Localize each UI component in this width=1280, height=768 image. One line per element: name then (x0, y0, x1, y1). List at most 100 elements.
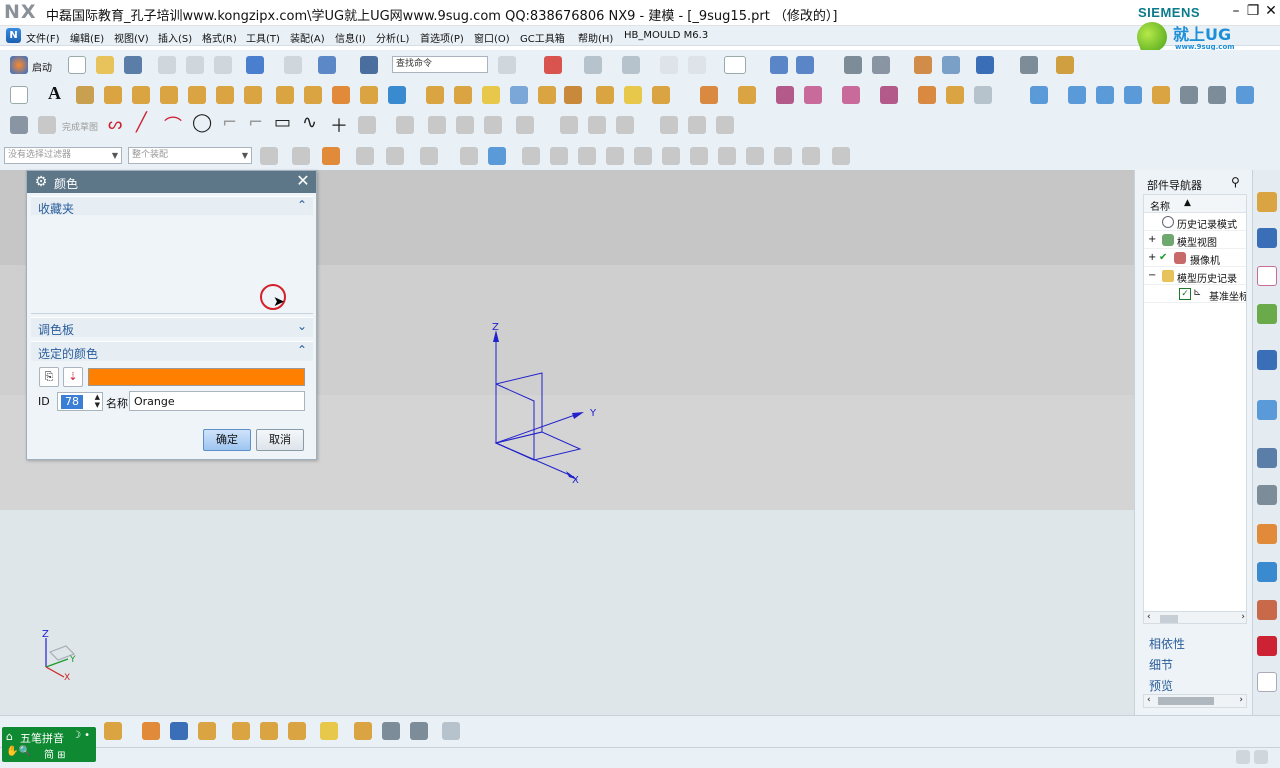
dimension-icon[interactable] (560, 116, 578, 134)
surface-3-icon[interactable] (1096, 86, 1114, 104)
undo-icon[interactable] (246, 56, 264, 74)
rectangle-select-icon[interactable] (420, 147, 438, 165)
mould-tool-8-icon[interactable] (946, 86, 964, 104)
fillet-icon[interactable]: ⌐ (222, 112, 237, 133)
layer-icon[interactable] (688, 56, 706, 74)
surface-6-icon[interactable] (1180, 86, 1198, 104)
ime-moon-icon[interactable]: ☽ • (72, 730, 90, 741)
subtract-icon[interactable] (388, 86, 406, 104)
tree-header[interactable]: 名称 ▲ (1144, 195, 1246, 213)
new-file-icon[interactable] (68, 56, 86, 74)
history-icon[interactable] (1257, 400, 1277, 420)
unite-icon[interactable] (360, 86, 378, 104)
menu-edit[interactable]: 编辑(E) (70, 30, 104, 45)
profile-icon[interactable]: ᔕ (108, 114, 122, 133)
snap-8-icon[interactable] (718, 147, 736, 165)
ruler-icon[interactable] (1056, 56, 1074, 74)
scroll-left-icon[interactable]: ‹ (1147, 612, 1151, 622)
ime-simplified[interactable]: 简 ⊞ (44, 746, 66, 761)
circle-icon[interactable]: ◯ (192, 112, 212, 133)
hole-icon[interactable] (160, 86, 178, 104)
scroll-thumb[interactable] (1160, 615, 1178, 623)
select-all-icon[interactable] (322, 147, 340, 165)
web-browser-icon[interactable] (1257, 350, 1277, 370)
edge-blend-icon[interactable] (482, 86, 500, 104)
surface-7-icon[interactable] (1208, 86, 1226, 104)
part-navigator-icon[interactable] (1257, 266, 1277, 286)
quick-trim-icon[interactable] (428, 116, 446, 134)
more-tools-icon[interactable] (442, 722, 460, 740)
dialog-title-bar[interactable]: ⚙ 颜色 ✕ (27, 171, 316, 193)
orient-view-icon[interactable] (770, 56, 788, 74)
fit-view-icon[interactable] (544, 56, 562, 74)
horizontal-scrollbar[interactable]: ‹ › (1144, 611, 1246, 623)
general-filter-icon[interactable] (260, 147, 278, 165)
menu-insert[interactable]: 插入(S) (158, 30, 192, 45)
sketch-extra-1-icon[interactable] (660, 116, 678, 134)
expand-icon[interactable]: + (1148, 252, 1156, 263)
system-scenes-icon[interactable] (1257, 562, 1277, 582)
id-spinner[interactable]: 78 ▲ ▼ (57, 392, 103, 411)
manufacturing-icon[interactable] (1257, 636, 1277, 656)
scroll-left-icon[interactable]: ‹ (1147, 695, 1151, 705)
type-filter-select[interactable]: 没有选择过滤器 ▼ (4, 147, 122, 164)
save-icon[interactable] (124, 56, 142, 74)
fullscreen-icon[interactable] (1254, 750, 1268, 764)
pattern-icon[interactable] (332, 86, 350, 104)
shell-icon[interactable] (538, 86, 556, 104)
menu-gc-toolbox[interactable]: GC工具箱 (520, 30, 565, 45)
restore-button[interactable]: ❐ (1243, 1, 1263, 21)
tree-node-model-views[interactable]: + 模型视图 (1144, 231, 1246, 249)
people-icon[interactable] (1257, 600, 1277, 620)
rectangle-icon[interactable]: ▭ (274, 112, 291, 133)
snap-10-icon[interactable] (774, 147, 792, 165)
offset-curve-icon[interactable] (396, 116, 414, 134)
navigator-tree[interactable]: 名称 ▲ 历史记录模式 + 模型视图 + ✔ 摄像机 − 模型历史记录 ✓ ⊾ … (1143, 194, 1247, 624)
snap-2-icon[interactable] (550, 147, 568, 165)
surface-2-icon[interactable] (1068, 86, 1086, 104)
open-folder-icon[interactable] (96, 56, 114, 74)
dependencies-panel-link[interactable]: 相依性 (1149, 635, 1185, 652)
background-icon[interactable] (660, 56, 678, 74)
emboss-icon[interactable] (276, 86, 294, 104)
checkmark-icon[interactable]: ✔ (1159, 252, 1167, 263)
ime-toolbar[interactable]: ⌂ 五笔拼音 ☽ • ✋🔍 简 ⊞ (2, 727, 96, 762)
menu-info[interactable]: 信息(I) (335, 30, 366, 45)
id-value[interactable]: 78 (61, 395, 83, 409)
command-search-input[interactable]: 查找命令 (392, 56, 488, 73)
spinner-arrows-icon[interactable]: ▲ ▼ (95, 393, 100, 409)
status-icon[interactable] (1236, 750, 1250, 764)
boss-icon[interactable] (188, 86, 206, 104)
app-icon[interactable]: N (6, 28, 21, 43)
start-icon[interactable] (10, 56, 28, 74)
make-corner-icon[interactable] (484, 116, 502, 134)
reset-filter-icon[interactable] (292, 147, 310, 165)
snap-end-icon[interactable] (386, 147, 404, 165)
text-icon[interactable]: A (48, 83, 61, 104)
thicken-icon[interactable] (652, 86, 670, 104)
reuse-library-icon[interactable] (1257, 304, 1277, 324)
draft-icon[interactable] (564, 86, 582, 104)
checkbox-checked-icon[interactable]: ✓ (1179, 288, 1191, 300)
surface-4-icon[interactable] (1124, 86, 1142, 104)
finish-sketch-icon[interactable] (38, 116, 56, 134)
array-icon[interactable] (260, 722, 278, 740)
process-studio-icon[interactable] (1257, 485, 1277, 505)
collapse-icon[interactable]: − (1148, 270, 1156, 281)
studio-spline-icon[interactable]: ∿ (302, 112, 317, 133)
menu-tools[interactable]: 工具(T) (246, 30, 280, 45)
snap-9-icon[interactable] (746, 147, 764, 165)
finish-sketch-label[interactable]: 完成草图 (62, 120, 98, 133)
scroll-right-icon[interactable]: › (1241, 612, 1245, 622)
search-icon[interactable] (498, 56, 516, 74)
snap-6-icon[interactable] (662, 147, 680, 165)
name-field[interactable]: Orange (129, 391, 305, 411)
extrude-icon[interactable] (104, 86, 122, 104)
selected-color-swatch[interactable] (88, 368, 305, 386)
paste-icon[interactable] (214, 56, 232, 74)
arc-icon[interactable]: ⌒ (164, 112, 182, 138)
menu-help[interactable]: 帮助(H) (578, 30, 613, 45)
edit-object-icon[interactable] (914, 56, 932, 74)
scroll-thumb[interactable] (1158, 697, 1214, 705)
pad-icon[interactable] (244, 86, 262, 104)
